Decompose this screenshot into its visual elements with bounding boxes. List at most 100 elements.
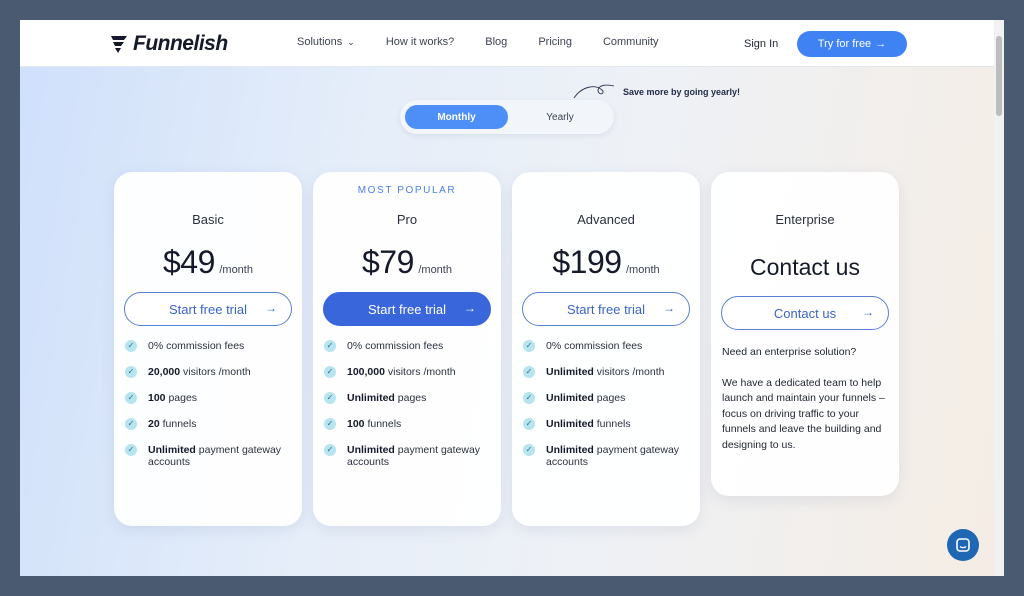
- brand-name: Funnelish: [133, 32, 228, 55]
- plan-card-basic: Basic $49 /month Start free trial → ✓ 0% …: [114, 172, 302, 526]
- feature-bold: 20,000: [148, 366, 181, 378]
- start-free-trial-button-pro[interactable]: Start free trial →: [323, 292, 491, 326]
- feature-list: ✓ 0% commission fees ✓ Unlimited visitors …: [523, 340, 690, 482]
- nav-community[interactable]: Community: [603, 36, 659, 48]
- plan-name: Pro: [396, 212, 418, 227]
- feature-text: pages: [394, 392, 427, 404]
- feature-item: ✓ Unlimited pages: [523, 392, 690, 404]
- plan-card-advanced: Advanced $199 /month Start free trial → …: [512, 172, 700, 526]
- start-free-trial-button-advanced[interactable]: Start free trial →: [522, 292, 690, 326]
- feature-item: ✓ Unlimited funnels: [523, 418, 690, 430]
- plan-price: $199 /month: [512, 244, 700, 281]
- arrow-right-icon: →: [265, 301, 277, 315]
- try-for-free-label: Try for free: [817, 38, 872, 50]
- check-icon: ✓: [125, 340, 137, 352]
- try-for-free-button[interactable]: Try for free →: [797, 31, 907, 57]
- feature-bold: 100: [148, 392, 166, 404]
- contact-us-button[interactable]: Contact us →: [721, 296, 889, 330]
- check-icon: ✓: [523, 340, 535, 352]
- nav-blog[interactable]: Blog: [485, 36, 507, 48]
- feature-item: ✓ 0% commission fees: [324, 340, 491, 352]
- feature-text: visitors /month: [593, 366, 665, 378]
- chat-launcher-button[interactable]: [947, 529, 979, 561]
- feature-item: ✓ Unlimited payment gateway accounts: [125, 444, 292, 468]
- page-scrollbar[interactable]: [994, 20, 1004, 576]
- arrow-right-icon: →: [862, 305, 874, 319]
- feature-text: funnels: [364, 418, 402, 430]
- feature-bold: Unlimited: [546, 418, 594, 430]
- feature-item: ✓ Unlimited visitors /month: [523, 366, 690, 378]
- feature-bold: Unlimited: [546, 392, 594, 404]
- enterprise-description: Need an enterprise solution? We have a d…: [722, 345, 887, 468]
- price-period: /month: [418, 264, 452, 276]
- check-icon: ✓: [125, 418, 137, 430]
- feature-text: visitors /month: [180, 366, 251, 378]
- check-icon: ✓: [125, 366, 137, 378]
- check-icon: ✓: [523, 444, 535, 456]
- check-icon: ✓: [324, 444, 336, 456]
- feature-text: pages: [593, 392, 626, 404]
- enterprise-details: We have a dedicated team to help launch …: [722, 376, 885, 451]
- feature-bold: Unlimited: [148, 444, 196, 456]
- feature-text: 0% commission fees: [347, 340, 444, 352]
- check-icon: ✓: [523, 418, 535, 430]
- price-period: /month: [219, 264, 253, 276]
- plan-price: $79 /month: [313, 244, 501, 281]
- swirl-arrow-icon: [573, 84, 615, 99]
- browser-viewport: Funnelish Solutions ⌄ How it works? Blog…: [20, 20, 1004, 576]
- feature-text: 0% commission fees: [148, 340, 245, 352]
- plan-price: $49 /month: [114, 244, 302, 281]
- nav-links: Solutions ⌄ How it works? Blog Pricing C…: [297, 36, 690, 48]
- billing-yearly-option[interactable]: Yearly: [510, 105, 610, 129]
- feature-text: visitors /month: [384, 366, 456, 378]
- arrow-right-icon: →: [663, 301, 675, 315]
- feature-text: funnels: [159, 418, 197, 430]
- price-amount: $199: [552, 244, 622, 280]
- arrow-right-icon: →: [464, 301, 476, 315]
- plan-name: Enterprise: [775, 212, 835, 227]
- feature-bold: Unlimited: [347, 392, 395, 404]
- feature-item: ✓ 100,000 visitors /month: [324, 366, 491, 378]
- chevron-down-icon: ⌄: [347, 36, 355, 47]
- plan-name: Basic: [192, 212, 224, 227]
- feature-bold: 20: [148, 418, 160, 430]
- top-navigation: Funnelish Solutions ⌄ How it works? Blog…: [20, 20, 994, 67]
- chat-icon: [956, 538, 970, 552]
- feature-bold: 100,000: [347, 366, 385, 378]
- feature-item: ✓ 0% commission fees: [125, 340, 292, 352]
- save-yearly-note: Save more by going yearly!: [623, 87, 741, 97]
- feature-item: ✓ 20,000 visitors /month: [125, 366, 292, 378]
- billing-monthly-option[interactable]: Monthly: [405, 105, 508, 129]
- feature-text: pages: [165, 392, 198, 404]
- sign-in-link[interactable]: Sign In: [744, 38, 778, 50]
- feature-text: 0% commission fees: [546, 340, 643, 352]
- enterprise-headline: Contact us: [750, 254, 860, 280]
- feature-bold: 100: [347, 418, 365, 430]
- billing-toggle: Monthly Yearly: [400, 100, 614, 134]
- brand-logo[interactable]: Funnelish: [108, 32, 228, 56]
- plan-card-enterprise: Enterprise Contact us Contact us → Need …: [711, 172, 899, 496]
- scrollbar-thumb[interactable]: [996, 36, 1002, 116]
- start-free-trial-button-basic[interactable]: Start free trial →: [124, 292, 292, 326]
- price-amount: $49: [163, 244, 215, 280]
- feature-item: ✓ Unlimited payment gateway accounts: [523, 444, 690, 468]
- nav-pricing[interactable]: Pricing: [538, 36, 572, 48]
- button-label: Start free trial: [566, 301, 646, 317]
- arrow-right-icon: →: [875, 38, 887, 50]
- check-icon: ✓: [125, 444, 137, 456]
- plan-name: Advanced: [577, 212, 635, 227]
- check-icon: ✓: [324, 392, 336, 404]
- check-icon: ✓: [125, 392, 137, 404]
- nav-how-it-works[interactable]: How it works?: [386, 36, 454, 48]
- plan-card-pro: MOST POPULAR Pro $79 /month Start free t…: [313, 172, 501, 526]
- feature-item: ✓ Unlimited pages: [324, 392, 491, 404]
- feature-item: ✓ 0% commission fees: [523, 340, 690, 352]
- check-icon: ✓: [523, 392, 535, 404]
- enterprise-question: Need an enterprise solution?: [722, 346, 857, 358]
- nav-solutions[interactable]: Solutions ⌄: [297, 36, 355, 48]
- check-icon: ✓: [324, 366, 336, 378]
- check-icon: ✓: [324, 340, 336, 352]
- feature-bold: Unlimited: [347, 444, 395, 456]
- price-amount: $79: [362, 244, 414, 280]
- button-label: Contact us: [773, 305, 837, 321]
